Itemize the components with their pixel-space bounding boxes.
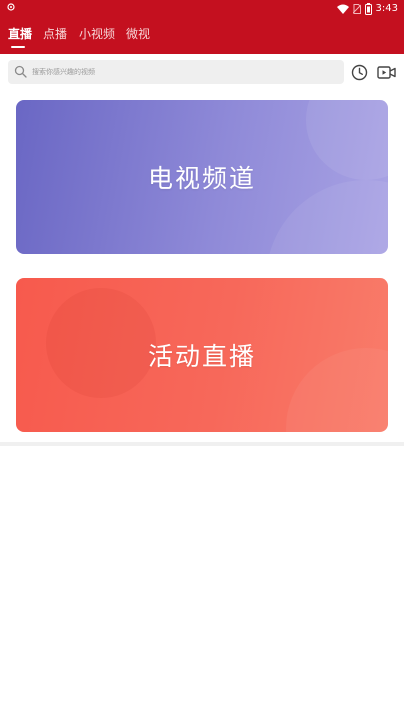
tab-micro-video[interactable]: 微视	[126, 26, 150, 42]
status-right: 3:43	[336, 1, 398, 17]
tab-live[interactable]: 直播	[8, 26, 32, 42]
status-bar: 3:43	[0, 0, 404, 18]
tv-channels-label: 电视频道	[147, 164, 256, 193]
search-icon	[14, 65, 27, 78]
notification-icon	[7, 3, 15, 11]
app-header: 3:43 直播 点播 小视频 微视	[0, 0, 404, 54]
search-input[interactable]: 搜索你感兴趣的视频	[8, 60, 344, 84]
live-events-label: 活动直播	[147, 342, 256, 371]
search-placeholder: 搜索你感兴趣的视频	[32, 68, 95, 76]
video-camera-icon[interactable]	[377, 64, 396, 81]
active-tab-indicator	[11, 46, 25, 48]
battery-icon	[364, 3, 372, 15]
search-row: 搜索你感兴趣的视频	[0, 54, 404, 92]
top-tabs: 直播 点播 小视频 微视	[0, 24, 404, 52]
tab-vod[interactable]: 点播	[43, 26, 67, 42]
tv-channels-card[interactable]: 电视频道	[16, 100, 388, 254]
no-sim-icon	[352, 4, 361, 14]
status-time: 3:43	[375, 3, 398, 14]
section-divider	[0, 442, 404, 446]
clock-icon[interactable]	[351, 64, 368, 81]
tab-short-video[interactable]: 小视频	[79, 26, 115, 42]
wifi-icon	[336, 4, 349, 14]
live-events-card[interactable]: 活动直播	[16, 278, 388, 432]
